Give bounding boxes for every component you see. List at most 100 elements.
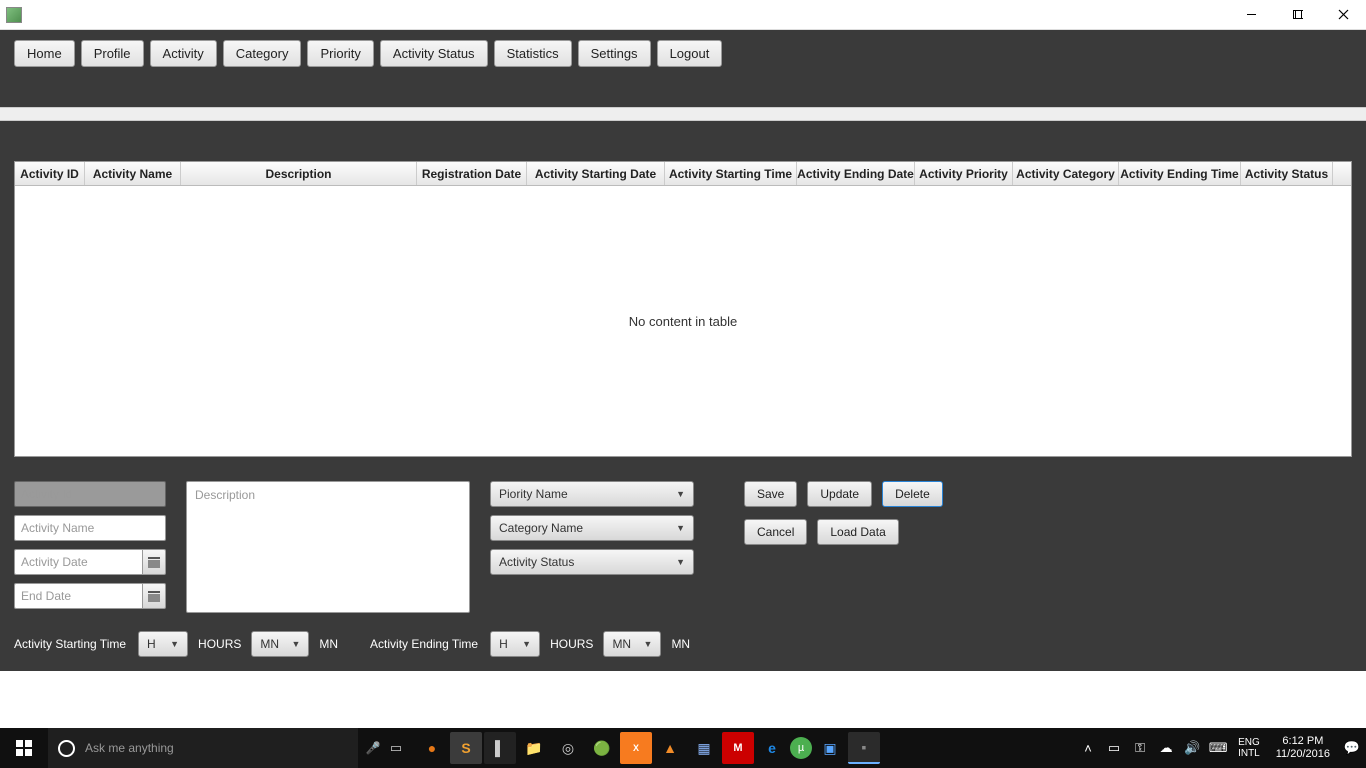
app-icon-misc2[interactable]: ▣: [814, 732, 846, 764]
category-combo-label: Category Name: [499, 521, 583, 535]
load-data-button[interactable]: Load Data: [817, 519, 898, 545]
clock-date: 11/20/2016: [1276, 748, 1330, 761]
end-hour-combo[interactable]: H▼: [490, 631, 540, 657]
description-textarea[interactable]: Description: [186, 481, 470, 613]
app-icon: [6, 7, 22, 23]
end-date-input[interactable]: [14, 583, 142, 609]
tray-language[interactable]: ENG INTL: [1232, 737, 1266, 759]
menu-home[interactable]: Home: [14, 40, 75, 67]
menu-category[interactable]: Category: [223, 40, 302, 67]
mn-unit: MN: [319, 637, 338, 651]
category-combo[interactable]: Category Name ▼: [490, 515, 694, 541]
form-area: Description Piority Name ▼ Category Name…: [0, 467, 1366, 671]
menu-activity-status[interactable]: Activity Status: [380, 40, 488, 67]
activity-date-calendar-icon[interactable]: [142, 549, 166, 575]
start-button[interactable]: [0, 728, 48, 768]
activity-id-input: [14, 481, 166, 507]
table-column-header[interactable]: Activity Ending Date: [797, 162, 915, 185]
status-combo[interactable]: Activity Status ▼: [490, 549, 694, 575]
status-combo-label: Activity Status: [499, 555, 574, 569]
chevron-down-icon: ▼: [676, 557, 685, 567]
minimize-button[interactable]: [1228, 0, 1274, 30]
tray-battery-icon[interactable]: ▭: [1102, 728, 1126, 768]
combo-value: H: [147, 637, 156, 651]
cortana-icon: [58, 740, 75, 757]
table-column-header[interactable]: Activity Starting Date: [527, 162, 665, 185]
search-placeholder: Ask me anything: [85, 741, 174, 755]
start-min-combo[interactable]: MN ▼: [251, 631, 309, 657]
menu-statistics[interactable]: Statistics: [494, 40, 572, 67]
combo-value: H: [499, 637, 508, 651]
table-column-header[interactable]: Registration Date: [417, 162, 527, 185]
menu-bar: Home Profile Activity Category Priority …: [0, 30, 1366, 107]
end-time-label: Activity Ending Time: [370, 637, 478, 651]
activity-table[interactable]: Activity IDActivity NameDescriptionRegis…: [14, 161, 1352, 457]
tray-cloud-icon[interactable]: ☁: [1154, 728, 1178, 768]
menu-profile[interactable]: Profile: [81, 40, 144, 67]
window-titlebar: [0, 0, 1366, 30]
combo-value: MN: [260, 637, 279, 651]
taskbar-apps: ● S ▌ 📁 ◎ 🟢 X ▲ ▦ M e µ ▣ ▪: [416, 732, 880, 764]
app-icon-sublime[interactable]: S: [450, 732, 482, 764]
app-icon-vlc[interactable]: ▲: [654, 732, 686, 764]
app-icon-edge[interactable]: e: [756, 732, 788, 764]
app-icon-firefox[interactable]: ●: [416, 732, 448, 764]
app-icon-xampp[interactable]: X: [620, 732, 652, 764]
tray-keyboard-icon[interactable]: ⌨: [1206, 728, 1230, 768]
tray-chevron-up-icon[interactable]: ˄: [1076, 728, 1100, 768]
table-column-header[interactable]: Activity Ending Time: [1119, 162, 1241, 185]
mn-unit: MN: [671, 637, 690, 651]
table-column-header[interactable]: Activity Name: [85, 162, 181, 185]
maximize-button[interactable]: [1274, 0, 1320, 30]
cortana-search[interactable]: Ask me anything: [48, 728, 358, 768]
start-time-label: Activity Starting Time: [14, 637, 126, 651]
activity-date-input[interactable]: [14, 549, 142, 575]
combo-value: MN: [612, 637, 631, 651]
start-hour-combo[interactable]: H▼: [138, 631, 188, 657]
app-icon-chrome[interactable]: 🟢: [586, 732, 618, 764]
save-button[interactable]: Save: [744, 481, 797, 507]
hours-unit: HOURS: [198, 637, 241, 651]
menu-logout[interactable]: Logout: [657, 40, 723, 67]
table-header: Activity IDActivity NameDescriptionRegis…: [15, 162, 1351, 186]
chevron-down-icon: ▼: [522, 639, 531, 649]
windows-taskbar: Ask me anything 🎤 ▭ ● S ▌ 📁 ◎ 🟢 X ▲ ▦ M …: [0, 728, 1366, 768]
menu-settings[interactable]: Settings: [578, 40, 651, 67]
end-date-calendar-icon[interactable]: [142, 583, 166, 609]
chevron-down-icon: ▼: [291, 639, 300, 649]
table-column-header[interactable]: Activity ID: [15, 162, 85, 185]
cancel-button[interactable]: Cancel: [744, 519, 807, 545]
priority-combo-label: Piority Name: [499, 487, 568, 501]
app-icon-explorer[interactable]: 📁: [518, 732, 550, 764]
mic-icon[interactable]: 🎤: [362, 728, 384, 768]
table-column-header[interactable]: Activity Status: [1241, 162, 1333, 185]
chevron-down-icon: ▼: [170, 639, 179, 649]
chevron-down-icon: ▼: [676, 489, 685, 499]
app-icon-media[interactable]: ◎: [552, 732, 584, 764]
app-icon-utorrent[interactable]: µ: [790, 737, 812, 759]
priority-combo[interactable]: Piority Name ▼: [490, 481, 694, 507]
table-column-header[interactable]: Activity Priority: [915, 162, 1013, 185]
close-button[interactable]: [1320, 0, 1366, 30]
app-icon-misc1[interactable]: ▦: [688, 732, 720, 764]
menu-priority[interactable]: Priority: [307, 40, 373, 67]
menu-activity[interactable]: Activity: [150, 40, 217, 67]
table-column-header[interactable]: Activity Starting Time: [665, 162, 797, 185]
update-button[interactable]: Update: [807, 481, 872, 507]
task-view-icon[interactable]: ▭: [384, 728, 408, 768]
tray-notifications-icon[interactable]: 💬: [1340, 728, 1364, 768]
chevron-down-icon: ▼: [644, 639, 653, 649]
separator-strip: [0, 107, 1366, 121]
app-icon-mcafee[interactable]: M: [722, 732, 754, 764]
activity-name-input[interactable]: [14, 515, 166, 541]
app-icon-terminal[interactable]: ▌: [484, 732, 516, 764]
delete-button[interactable]: Delete: [882, 481, 943, 507]
table-column-header[interactable]: Description: [181, 162, 417, 185]
app-icon-running[interactable]: ▪: [848, 732, 880, 764]
tray-volume-icon[interactable]: 🔊: [1180, 728, 1204, 768]
table-empty-text: No content in table: [15, 186, 1351, 456]
tray-wifi-icon[interactable]: ⚿: [1128, 728, 1152, 768]
table-column-header[interactable]: Activity Category: [1013, 162, 1119, 185]
end-min-combo[interactable]: MN ▼: [603, 631, 661, 657]
tray-clock[interactable]: 6:12 PM 11/20/2016: [1268, 735, 1338, 761]
